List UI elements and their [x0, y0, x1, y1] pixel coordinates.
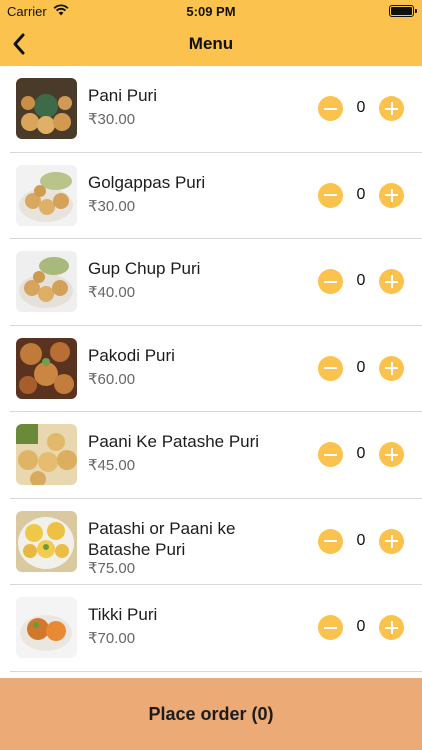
increase-quantity-button[interactable]: [379, 96, 404, 121]
increase-quantity-button[interactable]: [379, 355, 404, 381]
item-name: Tikki Puri: [88, 605, 158, 624]
quantity-value: 0: [356, 531, 366, 549]
item-name: Gup Chup Puri: [88, 259, 201, 278]
increase-quantity-button[interactable]: [379, 182, 404, 208]
battery-icon: [389, 5, 417, 17]
decrease-quantity-button[interactable]: [318, 182, 343, 208]
golgappas-puri-image: [16, 164, 77, 226]
increase-quantity-button[interactable]: [379, 442, 404, 467]
tikki-puri-image: [16, 597, 77, 658]
status-bar: Carrier 5:09 PM: [0, 0, 422, 22]
app-header: Carrier 5:09 PM Menu: [0, 0, 422, 66]
item-price: ₹60.00: [88, 370, 136, 388]
row-divider: [10, 670, 422, 672]
quantity-value: 0: [356, 618, 366, 635]
item-price: ₹30.00: [88, 197, 136, 215]
quantity-value: 0: [356, 185, 366, 203]
nav-bar: Menu: [0, 22, 422, 66]
list-item: Pani Puri ₹30.00 0: [0, 66, 422, 153]
decrease-quantity-button[interactable]: [318, 442, 343, 467]
quantity-value: 0: [356, 358, 366, 376]
patashi-puri-image: [16, 510, 77, 572]
item-name: Pani Puri: [88, 86, 157, 105]
list-item: Pakodi Puri ₹60.00 0: [0, 326, 422, 412]
list-item: Gup Chup Puri ₹40.00 0: [0, 239, 422, 326]
item-price: ₹40.00: [88, 284, 136, 301]
page-title: Menu: [188, 34, 234, 53]
pani-puri-image: [16, 78, 77, 139]
increase-quantity-button[interactable]: [379, 615, 404, 640]
decrease-quantity-button[interactable]: [318, 528, 343, 554]
pakodi-puri-image: [16, 337, 77, 399]
list-item: Patashi or Paani ke Batashe Puri ₹75.00 …: [0, 499, 422, 585]
increase-quantity-button[interactable]: [379, 528, 404, 554]
place-order-label: Place order (0): [148, 704, 274, 724]
decrease-quantity-button[interactable]: [318, 96, 343, 121]
item-name: Patashi or Paani ke Batashe Puri: [88, 518, 236, 559]
decrease-quantity-button[interactable]: [318, 269, 343, 294]
item-price: ₹75.00: [88, 559, 136, 577]
list-item: Golgappas Puri ₹30.00 0: [0, 153, 422, 239]
decrease-quantity-button[interactable]: [318, 355, 343, 381]
item-name: Golgappas Puri: [88, 172, 206, 192]
list-item: Tikki Puri ₹70.00 0: [0, 585, 422, 672]
place-order-button[interactable]: Place order (0): [0, 678, 422, 750]
status-time: 5:09 PM: [186, 4, 236, 19]
decrease-quantity-button[interactable]: [318, 615, 343, 640]
list-item: Paani Ke Patashe Puri ₹45.00 0: [0, 412, 422, 499]
menu-list[interactable]: Pani Puri ₹30.00 0 Golgappas Puri ₹30.00…: [0, 66, 422, 678]
item-name: Pakodi Puri: [88, 345, 175, 365]
paani-ke-patashe-puri-image: [16, 424, 77, 485]
item-price: ₹30.00: [88, 111, 136, 128]
increase-quantity-button[interactable]: [379, 269, 404, 294]
quantity-value: 0: [356, 99, 366, 116]
quantity-value: 0: [356, 272, 366, 289]
item-name: Paani Ke Patashe Puri: [88, 432, 260, 451]
item-price: ₹45.00: [88, 457, 136, 474]
item-price: ₹70.00: [88, 630, 136, 647]
gup-chup-puri-image: [16, 251, 77, 312]
quantity-value: 0: [356, 445, 366, 462]
